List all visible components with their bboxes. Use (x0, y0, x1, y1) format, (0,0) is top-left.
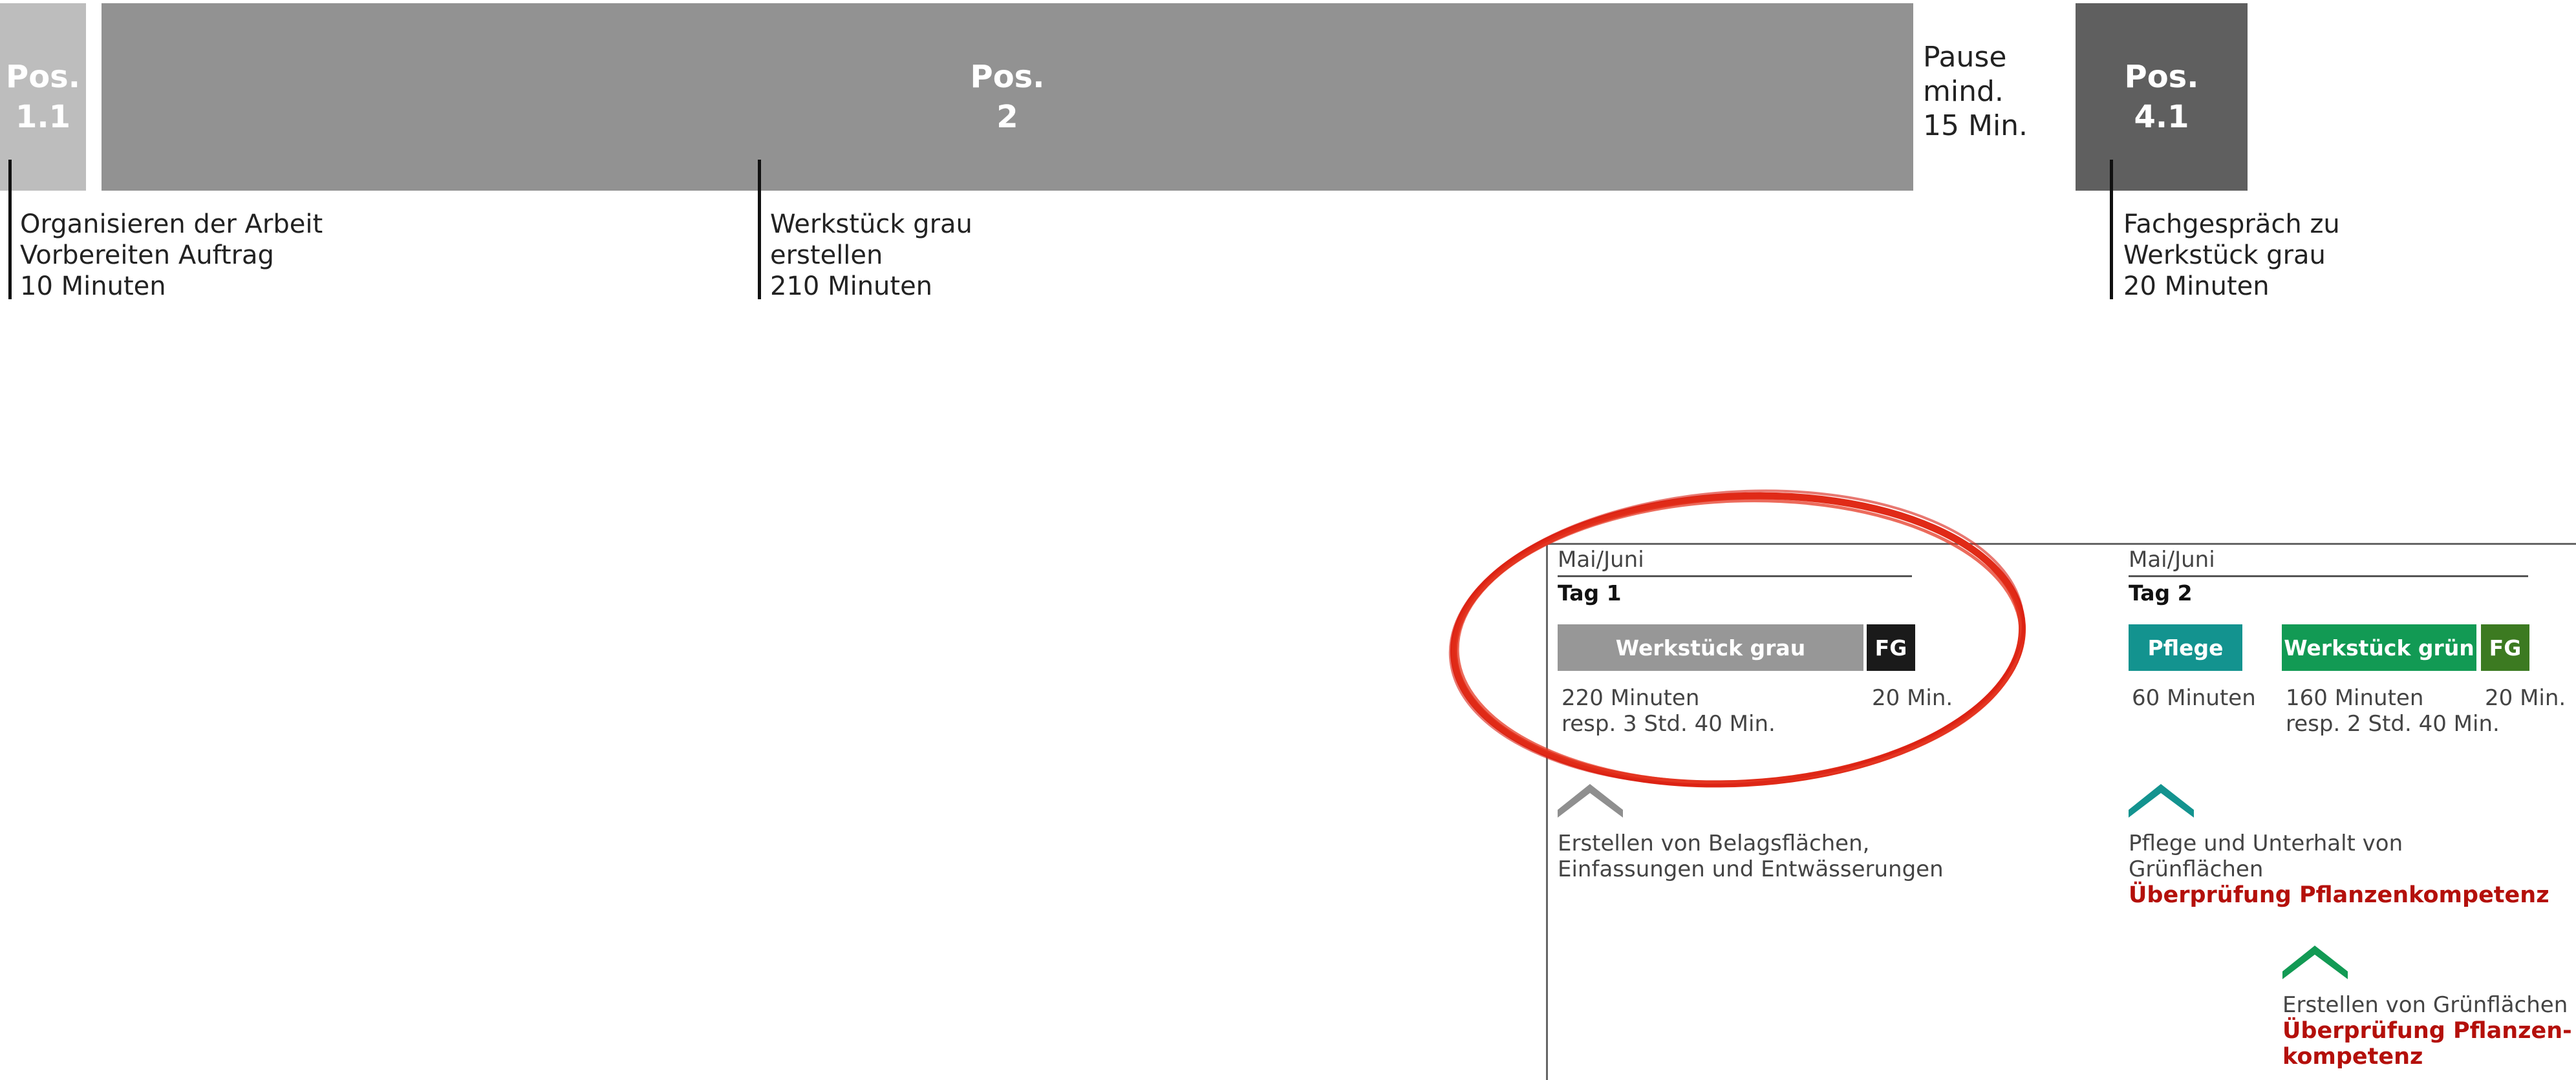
day2-time-fg: 20 Min. (2485, 685, 2566, 711)
desc-pos-1-1: Organisieren der Arbeit Vorbereiten Auft… (20, 209, 323, 302)
block-label-line: 1.1 (15, 99, 71, 135)
desc-line: 210 Minuten (770, 271, 933, 301)
block-pos-1-1: Pos. 1.1 (0, 3, 86, 191)
bar-werkstueck-grau-label: Werkstück grau (1615, 635, 1806, 661)
desc-line: Werkstück grau (770, 209, 972, 239)
day2-time-gruen: 160 Minuten resp. 2 Std. 40 Min. (2286, 685, 2500, 737)
bar-pflege: Pflege (2129, 624, 2242, 671)
pause-line: mind. (1923, 75, 2004, 108)
block-label-line: 2 (996, 99, 1018, 135)
block-pos-2-label: Pos. 2 (971, 57, 1045, 137)
desc-line: 10 Minuten (20, 271, 166, 301)
day2-time-pflege: 60 Minuten (2132, 685, 2256, 711)
bar-fg-day1: FG (1867, 624, 1915, 671)
bar-werkstueck-gruen: Werkstück grün (2282, 624, 2476, 671)
block-pos-4-1-label: Pos. 4.1 (2125, 57, 2199, 137)
chevron-up-icon-grey (1558, 784, 1623, 818)
day2-check-pflege: Überprüfung Pflanzenkompetenz (2129, 882, 2549, 908)
time-line: resp. 3 Std. 40 Min. (1562, 711, 1776, 737)
day2-title: Tag 2 (2129, 580, 2193, 606)
block-label-line: Pos. (2124, 59, 2199, 95)
day2-topic-gruen: Erstellen von Grünflächen (2282, 992, 2568, 1018)
block-pos-2: Pos. 2 (102, 3, 1913, 191)
desc-line: 20 Minuten (2123, 271, 2270, 301)
pause-label: Pause mind. 15 Min. (1923, 40, 2028, 143)
desc-line: Organisieren der Arbeit (20, 209, 323, 239)
desc-line: Vorbereiten Auftrag (20, 240, 274, 270)
bar-fg-day2-label: FG (2489, 635, 2522, 661)
desc-line: Fachgespräch zu (2123, 209, 2340, 239)
day2-topic-pflege: Pflege und Unterhalt von Grünflächen (2129, 831, 2403, 882)
topic-line: Pflege und Unterhalt von (2129, 831, 2403, 856)
day1-rule (1558, 575, 1912, 577)
day1-period: Mai/Juni (1558, 547, 1644, 573)
day2-period: Mai/Juni (2129, 547, 2215, 573)
check-line: Überprüfung Pflanzen- (2282, 1018, 2572, 1044)
panel-left-border (1546, 543, 1548, 1080)
day1-title: Tag 1 (1558, 580, 1622, 606)
time-line: 220 Minuten (1562, 685, 1700, 711)
pause-line: Pause (1923, 41, 2007, 74)
day2-rule (2129, 575, 2528, 577)
block-pos-1-1-label: Pos. 1.1 (6, 57, 80, 137)
day1-time-main: 220 Minuten resp. 3 Std. 40 Min. (1562, 685, 1776, 737)
tick-pos-2 (758, 160, 761, 299)
topic-line: Erstellen von Belagsflächen, (1558, 831, 1870, 856)
day2-check-gruen: Überprüfung Pflanzen- kompetenz (2282, 1018, 2572, 1070)
tick-pos-1-1 (8, 160, 12, 299)
day1-time-fg: 20 Min. (1872, 685, 1953, 711)
check-line: kompetenz (2282, 1044, 2423, 1070)
block-label-line: Pos. (6, 59, 80, 95)
bar-fg-day2: FG (2481, 624, 2529, 671)
topic-line: Grünflächen (2129, 856, 2264, 882)
panel-top-border (1546, 543, 2576, 545)
tick-pos-4-1 (2110, 160, 2113, 299)
day1-topic: Erstellen von Belagsflächen, Einfassunge… (1558, 831, 1944, 882)
desc-pos-2: Werkstück grau erstellen 210 Minuten (770, 209, 972, 302)
bar-werkstueck-grau: Werkstück grau (1558, 624, 1863, 671)
pause-line: 15 Min. (1923, 109, 2028, 142)
topic-line: Einfassungen und Entwässerungen (1558, 856, 1944, 882)
desc-pos-4-1: Fachgespräch zu Werkstück grau 20 Minute… (2123, 209, 2340, 302)
time-line: resp. 2 Std. 40 Min. (2286, 711, 2500, 737)
desc-line: Werkstück grau (2123, 240, 2326, 270)
block-pos-4-1: Pos. 4.1 (2076, 3, 2248, 191)
bar-pflege-label: Pflege (2147, 635, 2224, 661)
bar-werkstueck-gruen-label: Werkstück grün (2284, 635, 2474, 661)
chevron-up-icon-green (2282, 946, 2348, 979)
time-line: 160 Minuten (2286, 685, 2424, 711)
bar-fg-day1-label: FG (1874, 635, 1907, 661)
block-label-line: Pos. (970, 59, 1045, 95)
block-label-line: 4.1 (2134, 99, 2189, 135)
chevron-up-icon-teal (2129, 784, 2194, 818)
desc-line: erstellen (770, 240, 883, 270)
